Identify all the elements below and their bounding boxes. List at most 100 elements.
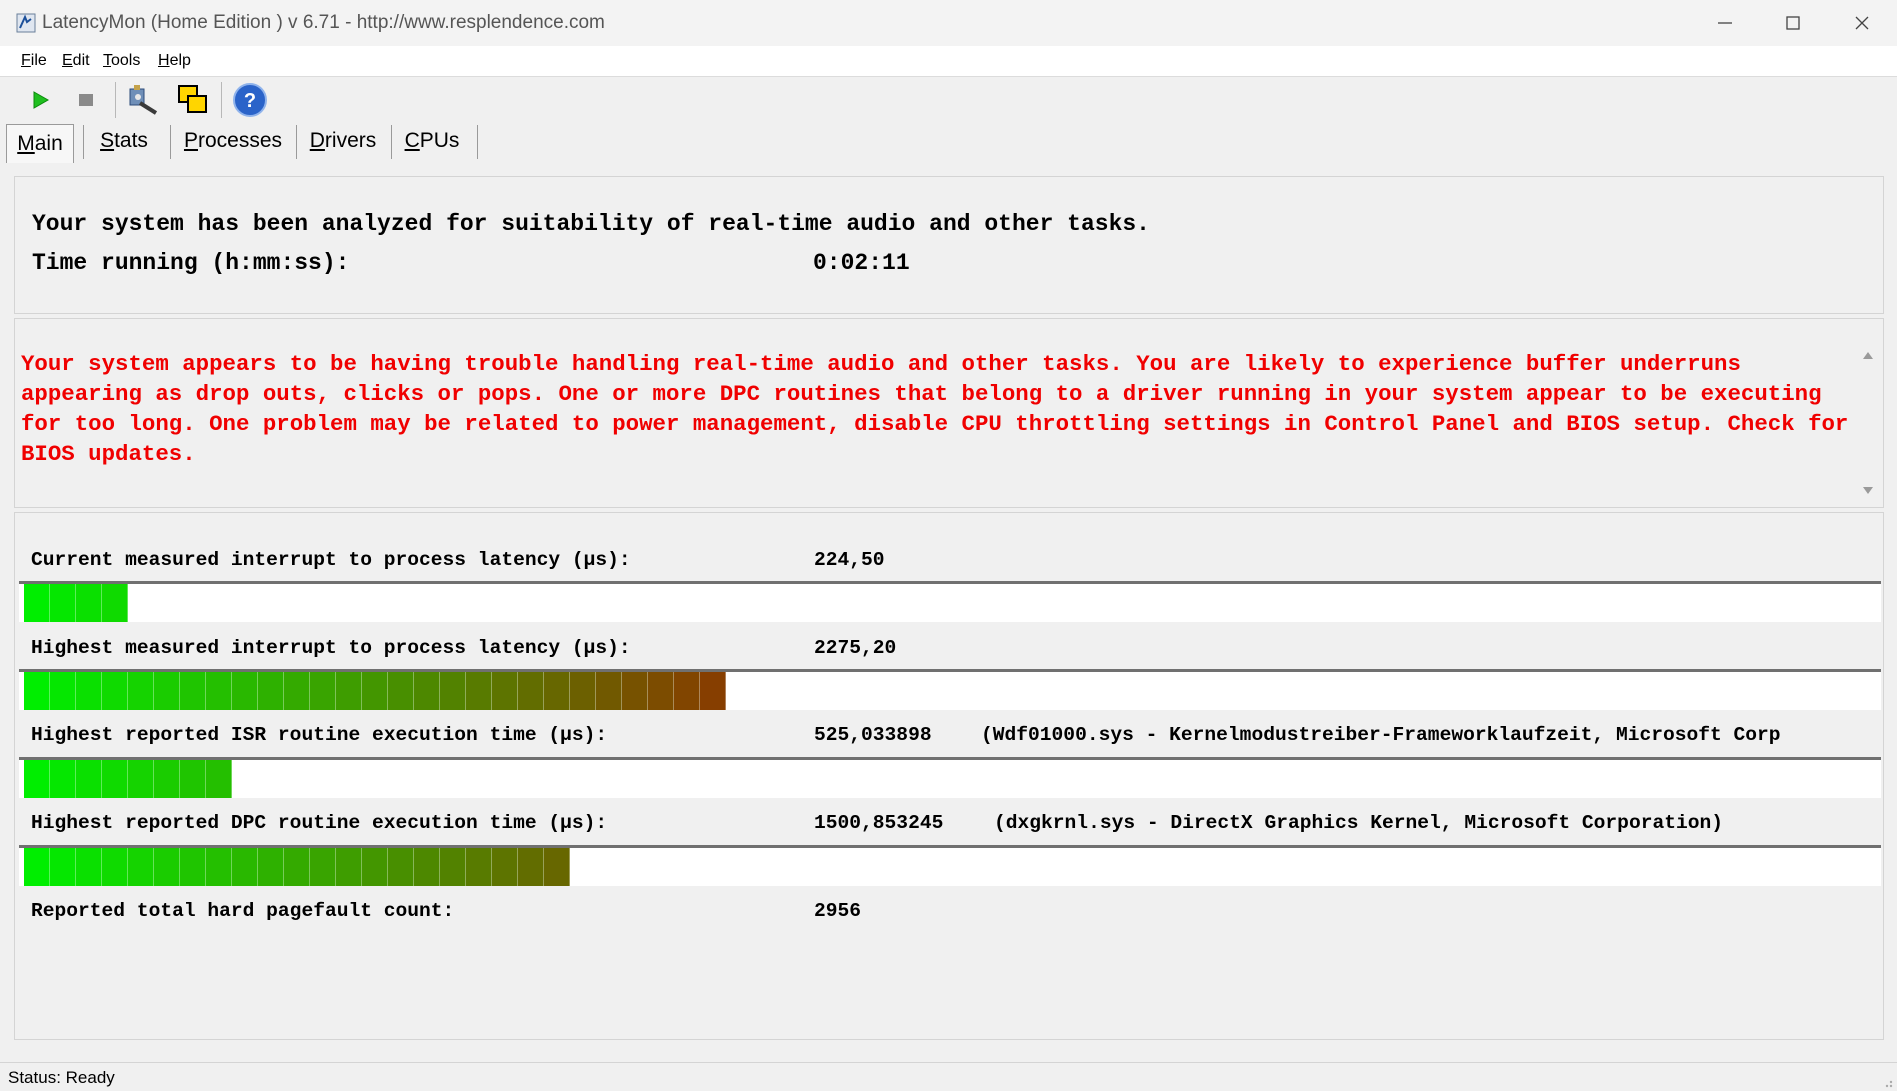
bar-segment: [414, 848, 440, 886]
bar-segment: [154, 848, 180, 886]
bar-segment: [24, 584, 50, 622]
toolbar: ?: [0, 78, 1897, 122]
tab-cpus[interactable]: CPUs: [398, 122, 466, 160]
bar-segment: [440, 672, 466, 710]
tab-strip: Main Stats Processes Drivers CPUs: [0, 122, 1897, 163]
menu-file[interactable]: File: [21, 52, 47, 70]
current-latency-bar: [19, 581, 1881, 622]
bar-segment: [362, 848, 388, 886]
isr-time-bar-fill: [24, 760, 232, 798]
bar-segment: [232, 848, 258, 886]
toolbar-separator: [221, 82, 222, 118]
bar-segment: [622, 672, 648, 710]
scroll-down-icon[interactable]: [1861, 485, 1875, 497]
tab-separator: [83, 125, 84, 159]
bar-segment: [50, 760, 76, 798]
bar-segment: [492, 848, 518, 886]
tab-separator: [477, 125, 478, 159]
dpc-time-bar-fill: [24, 848, 570, 886]
warning-panel: Your system appears to be having trouble…: [14, 318, 1884, 508]
play-icon: [33, 91, 50, 109]
bar-segment: [180, 672, 206, 710]
current-latency-bar-fill: [24, 584, 128, 622]
help-button[interactable]: ?: [232, 82, 268, 118]
tab-drivers[interactable]: Drivers: [302, 122, 384, 160]
isr-time-value: 525,033898: [814, 724, 932, 746]
menu-help-accel: H: [158, 52, 170, 69]
dpc-time-value: 1500,853245: [814, 812, 944, 834]
warning-message: Your system appears to be having trouble…: [21, 351, 1862, 467]
close-icon: [1855, 16, 1869, 30]
close-button[interactable]: [1827, 0, 1897, 46]
stop-button[interactable]: [68, 82, 104, 118]
current-latency-value: 224,50: [814, 549, 885, 571]
toolbar-separator: [115, 82, 116, 118]
highest-latency-bar: [19, 669, 1881, 710]
bar-segment: [206, 672, 232, 710]
menu-tools-label: ools: [111, 52, 141, 69]
bar-segment: [388, 672, 414, 710]
window-title: LatencyMon (Home Edition ) v 6.71 - http…: [42, 12, 605, 33]
bar-segment: [466, 672, 492, 710]
maximize-button[interactable]: [1758, 0, 1828, 46]
bar-segment: [362, 672, 388, 710]
windows-tool-button[interactable]: [175, 82, 211, 118]
latencymon-window: LatencyMon (Home Edition ) v 6.71 - http…: [0, 0, 1897, 1091]
menu-file-accel: F: [21, 52, 31, 69]
bar-segment: [544, 848, 570, 886]
tab-separator: [296, 125, 297, 159]
tab-processes-label: Processes: [183, 129, 283, 152]
highest-latency-value: 2275,20: [814, 637, 897, 659]
menu-tools-accel: T: [103, 52, 111, 69]
scroll-up-icon[interactable]: [1861, 349, 1875, 361]
bar-segment: [232, 672, 258, 710]
bar-segment: [102, 672, 128, 710]
current-latency-label: Current measured interrupt to process la…: [31, 549, 631, 571]
menu-help[interactable]: Help: [158, 52, 191, 70]
analysis-headline: Your system has been analyzed for suitab…: [32, 211, 1150, 237]
bar-segment: [284, 848, 310, 886]
tab-main[interactable]: Main: [6, 124, 74, 163]
bar-segment: [206, 760, 232, 798]
metrics-panel: Current measured interrupt to process la…: [14, 512, 1884, 1040]
menu-edit-label: dit: [72, 52, 90, 69]
highest-latency-label: Highest measured interrupt to process la…: [31, 637, 631, 659]
tab-processes[interactable]: Processes: [178, 122, 288, 160]
help-icon: ?: [233, 83, 267, 117]
bar-segment: [596, 672, 622, 710]
menu-tools[interactable]: Tools: [103, 52, 140, 70]
bar-segment: [24, 672, 50, 710]
bar-segment: [440, 848, 466, 886]
menu-bar: File Edit Tools Help: [0, 46, 1897, 77]
start-button[interactable]: [22, 82, 58, 118]
tab-stats[interactable]: Stats: [90, 122, 158, 160]
minimize-button[interactable]: [1690, 0, 1760, 46]
bar-segment: [518, 848, 544, 886]
bar-segment: [336, 672, 362, 710]
title-bar[interactable]: LatencyMon (Home Edition ) v 6.71 - http…: [0, 0, 1897, 46]
svg-text:?: ?: [244, 90, 256, 112]
time-running-label: Time running (h:mm:ss):: [32, 250, 350, 276]
bar-segment: [180, 848, 206, 886]
bar-segment: [50, 584, 76, 622]
isr-driver-info: (Wdf01000.sys - Kernelmodustreiber-Frame…: [981, 724, 1781, 746]
windows-icon: [178, 85, 207, 113]
bar-segment: [24, 848, 50, 886]
bar-segment: [570, 672, 596, 710]
resize-grip-icon[interactable]: [1881, 1076, 1893, 1088]
app-icon: [16, 13, 36, 33]
bar-segment: [336, 848, 362, 886]
drivers-tool-button[interactable]: [125, 82, 161, 118]
bar-segment: [492, 672, 518, 710]
bar-segment: [154, 672, 180, 710]
menu-edit-accel: E: [62, 52, 73, 69]
bar-segment: [388, 848, 414, 886]
bar-segment: [76, 760, 102, 798]
tab-stats-label: Stats: [100, 129, 148, 152]
driver-icon: [129, 85, 158, 115]
bar-segment: [102, 584, 128, 622]
menu-edit[interactable]: Edit: [62, 52, 90, 70]
bar-segment: [128, 760, 154, 798]
tab-main-label: Main: [17, 132, 63, 155]
bar-segment: [310, 848, 336, 886]
